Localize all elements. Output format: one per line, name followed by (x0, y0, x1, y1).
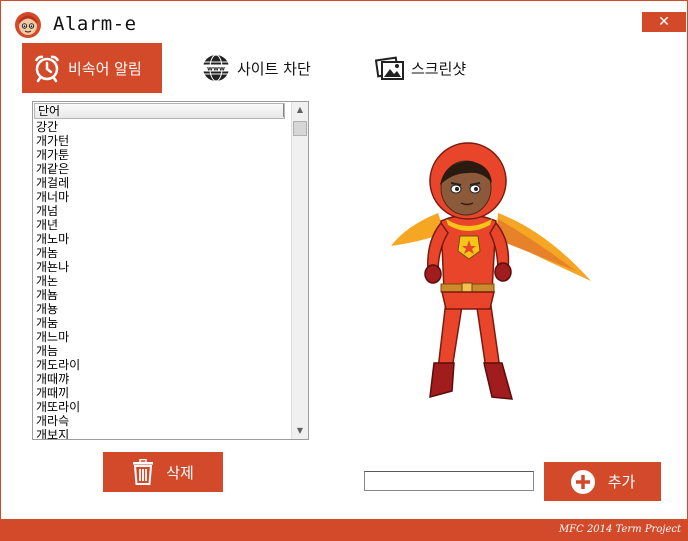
add-button[interactable]: 추가 (544, 462, 661, 501)
tab-profanity-alarm-label: 비속어 알림 (68, 59, 142, 78)
screenshot-picture-icon (375, 56, 404, 80)
tab-screenshot-label: 스크린샷 (411, 59, 467, 78)
delete-button-label: 삭제 (166, 463, 194, 482)
tab-site-block[interactable]: www 사이트 차단 (201, 43, 351, 93)
alarm-clock-icon (34, 55, 60, 83)
svg-text:www: www (207, 65, 225, 73)
list-item[interactable]: 개뇸 (36, 288, 291, 302)
list-item[interactable]: 개때꺄 (36, 372, 291, 386)
list-item[interactable]: 개놈 (36, 246, 291, 260)
list-item[interactable]: 개늠 (36, 344, 291, 358)
word-list-items: 강간 개가턴 개가툰 개같은 개걸레 개너마 개넘 개년 개노마 개놈 개뇬나 개논 개뇸 개뇽 개눔 개느마… (36, 120, 291, 439)
www-globe-icon: www (202, 54, 230, 82)
superhero-mascot-illustration (391, 142, 591, 400)
app-logo-icon (15, 12, 41, 38)
column-divider[interactable] (283, 104, 284, 117)
list-item[interactable]: 강간 (36, 120, 291, 134)
tab-site-block-label: 사이트 차단 (237, 59, 311, 78)
list-item[interactable]: 개눔 (36, 316, 291, 330)
word-column-header-label: 단어 (38, 104, 61, 118)
footer-bar: MFC 2014 Term Project (1, 519, 688, 541)
list-item[interactable]: 개라슥 (36, 414, 291, 428)
list-item[interactable]: 개때끼 (36, 386, 291, 400)
new-word-input[interactable] (364, 471, 534, 491)
list-item[interactable]: 개넘 (36, 204, 291, 218)
list-item[interactable]: 개느마 (36, 330, 291, 344)
delete-button[interactable]: 삭제 (103, 452, 223, 492)
word-list[interactable]: 단어 강간 개가턴 개가툰 개같은 개걸레 개너마 개넘 개년 개노마 개놈 개뇬나 개논 개뇸 개뇽 개눔… (32, 101, 309, 440)
list-item[interactable]: 개같은 (36, 162, 291, 176)
list-item[interactable]: 개너마 (36, 190, 291, 204)
footer-credit: MFC 2014 Term Project (558, 524, 681, 535)
app-window: Alarm-e ✕ 비속어 알림 www 사이트 차단 스크린샷 단어 강간 개… (0, 0, 688, 541)
list-item[interactable]: 개논 (36, 274, 291, 288)
list-item[interactable]: 개년 (36, 218, 291, 232)
list-item[interactable]: 개보지 (36, 428, 291, 439)
scroll-thumb[interactable] (293, 121, 307, 136)
list-item[interactable]: 개도라이 (36, 358, 291, 372)
list-item[interactable]: 개뇬나 (36, 260, 291, 274)
word-column-header[interactable]: 단어 (34, 103, 285, 119)
tab-screenshot[interactable]: 스크린샷 (375, 43, 505, 93)
list-item[interactable]: 개또라이 (36, 400, 291, 414)
close-button[interactable]: ✕ (642, 12, 686, 32)
list-item[interactable]: 개걸레 (36, 176, 291, 190)
list-item[interactable]: 개가턴 (36, 134, 291, 148)
tab-profanity-alarm[interactable]: 비속어 알림 (22, 43, 162, 93)
scroll-down-arrow-icon[interactable]: ▼ (292, 423, 308, 439)
list-scrollbar[interactable]: ▲ ▼ (291, 102, 308, 439)
app-title: Alarm-e (53, 13, 137, 35)
list-item[interactable]: 개뇽 (36, 302, 291, 316)
trash-icon (133, 459, 154, 485)
list-item[interactable]: 개가툰 (36, 148, 291, 162)
add-button-label: 추가 (607, 473, 636, 491)
list-item[interactable]: 개노마 (36, 232, 291, 246)
scroll-up-arrow-icon[interactable]: ▲ (292, 102, 308, 118)
plus-circle-icon (570, 469, 595, 494)
